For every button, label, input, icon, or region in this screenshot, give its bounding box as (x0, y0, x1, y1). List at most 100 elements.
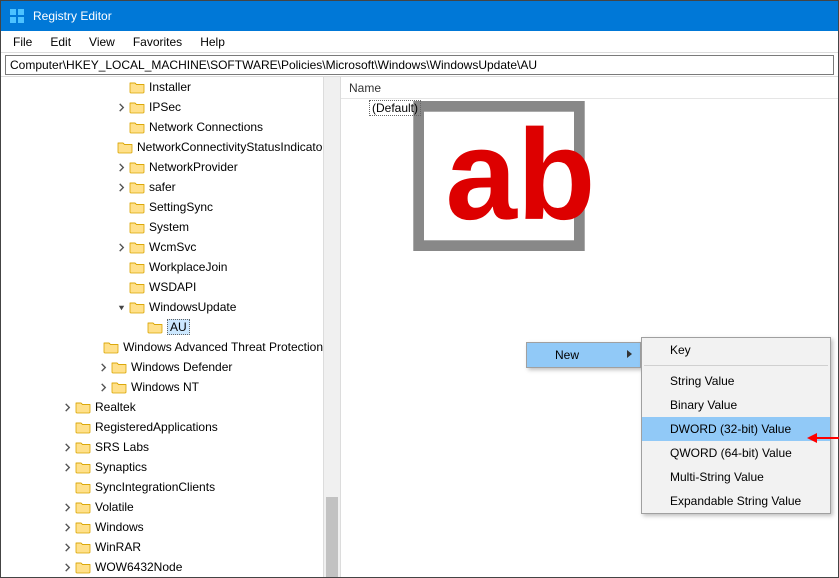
tree-item-label: IPSec (149, 100, 181, 114)
scrollbar-thumb[interactable] (326, 497, 338, 577)
tree-item-label: AU (167, 319, 190, 335)
tree-item-label: SyncIntegrationClients (95, 480, 215, 494)
tree-item-label: WinRAR (95, 540, 141, 554)
window-title: Registry Editor (33, 9, 112, 23)
tree-item-label: WSDAPI (149, 280, 196, 294)
folder-icon (129, 260, 145, 274)
tree-item-label: Synaptics (95, 460, 147, 474)
expand-icon[interactable] (61, 561, 73, 573)
folder-icon (129, 300, 145, 314)
expand-icon[interactable] (61, 541, 73, 553)
tree-item[interactable]: NetworkProvider (1, 157, 323, 177)
tree-scrollbar[interactable] (323, 77, 340, 577)
tree-item-label: NetworkConnectivityStatusIndicator (137, 140, 323, 154)
expand-icon[interactable] (97, 361, 109, 373)
submenu-arrow-icon (626, 348, 634, 362)
string-value-icon (349, 101, 365, 115)
expand-icon[interactable] (115, 241, 127, 253)
menu-favorites[interactable]: Favorites (125, 33, 190, 51)
context-item-multistring[interactable]: Multi-String Value (642, 465, 830, 489)
tree-item[interactable]: System (1, 217, 323, 237)
folder-icon (129, 120, 145, 134)
tree-item[interactable]: Windows Advanced Threat Protection (1, 337, 323, 357)
folder-icon (75, 560, 91, 574)
menu-view[interactable]: View (81, 33, 123, 51)
tree-item-label: Windows NT (131, 380, 199, 394)
folder-icon (129, 200, 145, 214)
tree-view[interactable]: Installer IPSec Network Connections Network… (1, 77, 323, 577)
expand-icon[interactable] (61, 501, 73, 513)
expand-icon[interactable] (61, 521, 73, 533)
tree-item[interactable]: SyncIntegrationClients (1, 477, 323, 497)
folder-icon (75, 540, 91, 554)
titlebar[interactable]: Registry Editor (1, 1, 838, 31)
expand-icon[interactable] (61, 461, 73, 473)
tree-item[interactable]: WSDAPI (1, 277, 323, 297)
tree-item[interactable]: Synaptics (1, 457, 323, 477)
expand-icon[interactable] (115, 181, 127, 193)
tree-item[interactable]: Volatile (1, 497, 323, 517)
value-name-label: (Default) (369, 100, 421, 116)
tree-item[interactable]: safer (1, 177, 323, 197)
folder-icon (75, 400, 91, 414)
folder-icon (129, 100, 145, 114)
body-split: Installer IPSec Network Connections Network… (1, 77, 838, 577)
tree-pane: Installer IPSec Network Connections Network… (1, 77, 341, 577)
tree-item[interactable]: Network Connections (1, 117, 323, 137)
tree-item[interactable]: WorkplaceJoin (1, 257, 323, 277)
context-item-dword[interactable]: DWORD (32-bit) Value (642, 417, 830, 441)
tree-item[interactable]: NetworkConnectivityStatusIndicator (1, 137, 323, 157)
tree-item[interactable]: WOW6432Node (1, 557, 323, 577)
tree-item-label: System (149, 220, 189, 234)
context-item-expandstring[interactable]: Expandable String Value (642, 489, 830, 513)
expand-icon[interactable] (97, 381, 109, 393)
folder-icon (129, 80, 145, 94)
tree-item[interactable]: WinRAR (1, 537, 323, 557)
tree-item[interactable]: Windows NT (1, 377, 323, 397)
tree-item-label: Realtek (95, 400, 136, 414)
tree-item-label: safer (149, 180, 176, 194)
expand-icon[interactable] (115, 101, 127, 113)
folder-icon (117, 140, 133, 154)
value-row-default[interactable]: (Default) (341, 99, 838, 117)
context-item-key[interactable]: Key (642, 338, 830, 362)
tree-item[interactable]: Windows Defender (1, 357, 323, 377)
folder-icon (129, 160, 145, 174)
address-input[interactable] (5, 55, 834, 75)
annotation-arrow-icon (807, 431, 839, 448)
tree-item-label: Volatile (95, 500, 134, 514)
tree-item[interactable]: SRS Labs (1, 437, 323, 457)
menu-help[interactable]: Help (192, 33, 233, 51)
context-separator (644, 365, 828, 366)
menu-file[interactable]: File (5, 33, 40, 51)
app-icon (9, 8, 25, 24)
menu-edit[interactable]: Edit (42, 33, 79, 51)
tree-item[interactable]: RegisteredApplications (1, 417, 323, 437)
tree-item[interactable]: Installer (1, 77, 323, 97)
expand-icon[interactable] (115, 161, 127, 173)
tree-item[interactable]: IPSec (1, 97, 323, 117)
values-header[interactable]: Name (341, 77, 838, 99)
tree-item[interactable]: SettingSync (1, 197, 323, 217)
collapse-icon[interactable] (115, 301, 127, 313)
tree-item[interactable]: AU (1, 317, 323, 337)
tree-item[interactable]: Windows (1, 517, 323, 537)
tree-item-label: Installer (149, 80, 191, 94)
context-item-binary[interactable]: Binary Value (642, 393, 830, 417)
expand-icon[interactable] (61, 441, 73, 453)
context-item-string[interactable]: String Value (642, 369, 830, 393)
column-name[interactable]: Name (349, 81, 381, 95)
tree-item-label: Windows (95, 520, 144, 534)
tree-item-label: WorkplaceJoin (149, 260, 227, 274)
tree-item[interactable]: WindowsUpdate (1, 297, 323, 317)
folder-icon (75, 440, 91, 454)
folder-icon (75, 520, 91, 534)
tree-item-label: SRS Labs (95, 440, 149, 454)
tree-item-label: WcmSvc (149, 240, 196, 254)
tree-item[interactable]: WcmSvc (1, 237, 323, 257)
context-item-qword[interactable]: QWORD (64-bit) Value (642, 441, 830, 465)
expand-icon[interactable] (61, 401, 73, 413)
context-item-new[interactable]: New (527, 343, 640, 367)
tree-item[interactable]: Realtek (1, 397, 323, 417)
folder-icon (75, 480, 91, 494)
